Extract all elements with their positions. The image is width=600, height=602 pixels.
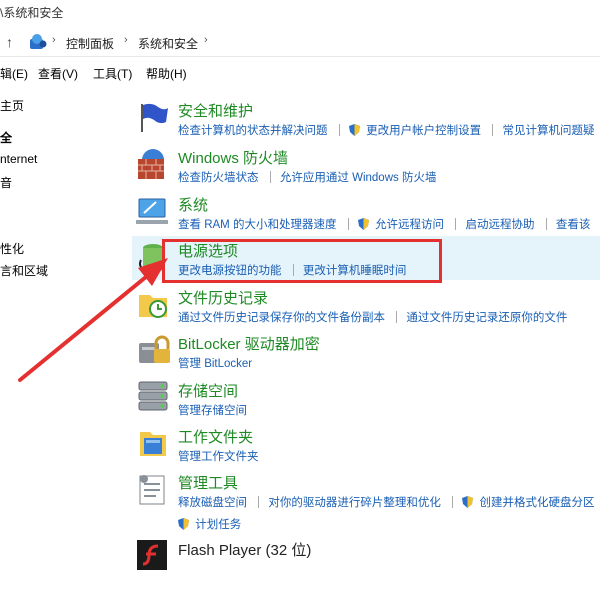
category-links: 通过文件历史记录保存你的文件备份副本 通过文件历史记录还原你的文件 (178, 309, 567, 325)
link-allow-app[interactable]: 允许应用通过 Windows 防火墙 (280, 169, 437, 185)
breadcrumb-separator-icon: › (204, 34, 208, 46)
breadcrumb-system-security[interactable]: 系统和安全 (138, 35, 198, 52)
category-links: 管理存储空间 (178, 402, 247, 418)
address-bar[interactable]: ↑ › 控制面板 › 系统和安全 › (0, 30, 600, 57)
uac-shield-icon (462, 496, 474, 508)
nav-sound[interactable]: 音 (0, 174, 12, 191)
control-panel-icon (30, 34, 47, 49)
category-title[interactable]: 系统 (178, 194, 208, 215)
title-bar: \系统和安全 (0, 0, 600, 24)
category-title[interactable]: Windows 防火墙 (178, 147, 288, 168)
link-remote-access[interactable]: 允许远程访问 (375, 216, 444, 232)
link-divider (452, 496, 454, 508)
nav-language-region[interactable]: 言和区域 (0, 262, 48, 279)
link-restore-files[interactable]: 通过文件历史记录还原你的文件 (406, 309, 567, 325)
breadcrumb-separator-icon: › (124, 34, 128, 46)
link-manage-storage[interactable]: 管理存储空间 (178, 402, 247, 418)
link-check-status[interactable]: 检查计算机的状态并解决问题 (178, 122, 328, 138)
category-title[interactable]: 管理工具 (178, 472, 238, 493)
link-divider (545, 218, 547, 230)
menu-view[interactable]: 查看(V) (38, 65, 78, 82)
category-title[interactable]: 文件历史记录 (178, 287, 268, 308)
menu-edit[interactable]: 编辑(E) (0, 65, 28, 82)
link-check-firewall[interactable]: 检查防火墙状态 (178, 169, 259, 185)
annotation-arrow-icon (18, 258, 168, 382)
link-divider (396, 311, 398, 323)
category-title[interactable]: 存储空间 (178, 380, 238, 401)
storage-icon (138, 381, 168, 411)
category-links: 检查防火墙状态 允许应用通过 Windows 防火墙 (178, 169, 436, 185)
flash-player-icon (137, 540, 167, 570)
link-view-name[interactable]: 查看该 (556, 216, 591, 232)
link-divider (258, 496, 260, 508)
link-manage-work-folders[interactable]: 管理工作文件夹 (178, 448, 259, 464)
category-title[interactable]: Flash Player (32 位) (178, 539, 311, 560)
category-links: 检查计算机的状态并解决问题 更改用户帐户控制设置 常见计算机问题疑 (178, 122, 595, 138)
link-create-partition[interactable]: 创建并格式化硬盘分区 (480, 494, 595, 510)
breadcrumb-separator-icon: › (52, 34, 56, 46)
category-title[interactable]: 安全和维护 (178, 100, 253, 121)
menu-help[interactable]: 帮助(H) (146, 65, 187, 82)
category-links: 管理 BitLocker (178, 355, 252, 371)
nav-security[interactable]: 全 (0, 129, 12, 146)
file-history-icon (139, 295, 167, 318)
nav-internet[interactable]: nternet (0, 152, 37, 166)
bitlocker-icon (139, 335, 170, 363)
nav-home[interactable]: 主页 (0, 97, 24, 114)
work-folder-icon (140, 432, 166, 456)
link-backup-files[interactable]: 通过文件历史记录保存你的文件备份副本 (178, 309, 385, 325)
category-links: 释放磁盘空间 对你的驱动器进行碎片整理和优化 创建并格式化硬盘分区 (178, 494, 595, 510)
link-uac-settings[interactable]: 更改用户帐户控制设置 (366, 122, 481, 138)
link-remote-assistance[interactable]: 启动远程协助 (465, 216, 534, 232)
uac-shield-icon (357, 218, 369, 230)
annotation-highlight-box (162, 239, 442, 283)
nav-personalization[interactable]: 性化 (0, 240, 24, 257)
menu-bar: 编辑(E) 查看(V) 工具(T) 帮助(H) (0, 60, 600, 82)
admin-tools-icon (139, 475, 165, 505)
link-divider (492, 124, 494, 136)
window-title: \系统和安全 (0, 6, 64, 20)
computer-icon (136, 198, 168, 224)
link-manage-bitlocker[interactable]: 管理 BitLocker (178, 355, 252, 371)
uac-shield-icon (178, 518, 189, 530)
breadcrumb-control-panel[interactable]: 控制面板 (66, 35, 114, 52)
firewall-icon (138, 149, 164, 179)
link-defragment[interactable]: 对你的驱动器进行碎片整理和优化 (268, 494, 441, 510)
menu-tools[interactable]: 工具(T) (93, 65, 132, 82)
link-task-scheduler[interactable]: 计划任务 (195, 516, 241, 532)
category-title[interactable]: 工作文件夹 (178, 426, 253, 447)
flag-icon (141, 103, 168, 132)
link-view-ram[interactable]: 查看 RAM 的大小和处理器速度 (178, 216, 336, 232)
link-divider (455, 218, 457, 230)
category-links: 查看 RAM 的大小和处理器速度 允许远程访问 启动远程协助 查看该 (178, 216, 590, 232)
category-links-second-row: 计划任务 (178, 516, 241, 532)
link-divider (269, 171, 271, 183)
link-troubleshoot[interactable]: 常见计算机问题疑 (503, 122, 595, 138)
link-disk-cleanup[interactable]: 释放磁盘空间 (178, 494, 247, 510)
category-title[interactable]: BitLocker 驱动器加密 (178, 333, 320, 354)
link-divider (338, 124, 340, 136)
uac-shield-icon (348, 124, 360, 136)
up-arrow-icon[interactable]: ↑ (6, 34, 20, 50)
category-links: 管理工作文件夹 (178, 448, 259, 464)
link-divider (347, 218, 349, 230)
